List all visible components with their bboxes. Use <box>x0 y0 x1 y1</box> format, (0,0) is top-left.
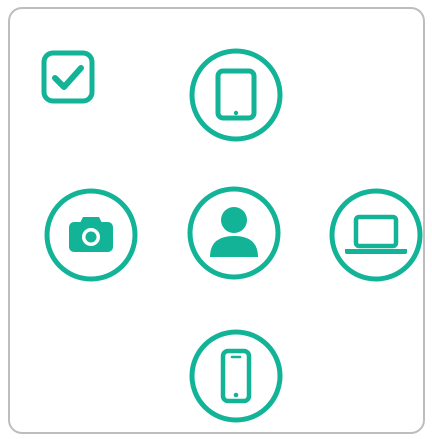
laptop-button[interactable] <box>328 187 424 283</box>
tablet-button[interactable] <box>188 47 284 143</box>
select-checkbox[interactable] <box>41 50 95 104</box>
check-icon <box>52 65 84 90</box>
camera-icon <box>69 217 113 252</box>
device-picker-panel <box>8 7 425 434</box>
camera-button[interactable] <box>43 187 139 283</box>
phone-button[interactable] <box>188 328 284 424</box>
user-button[interactable] <box>186 185 282 281</box>
